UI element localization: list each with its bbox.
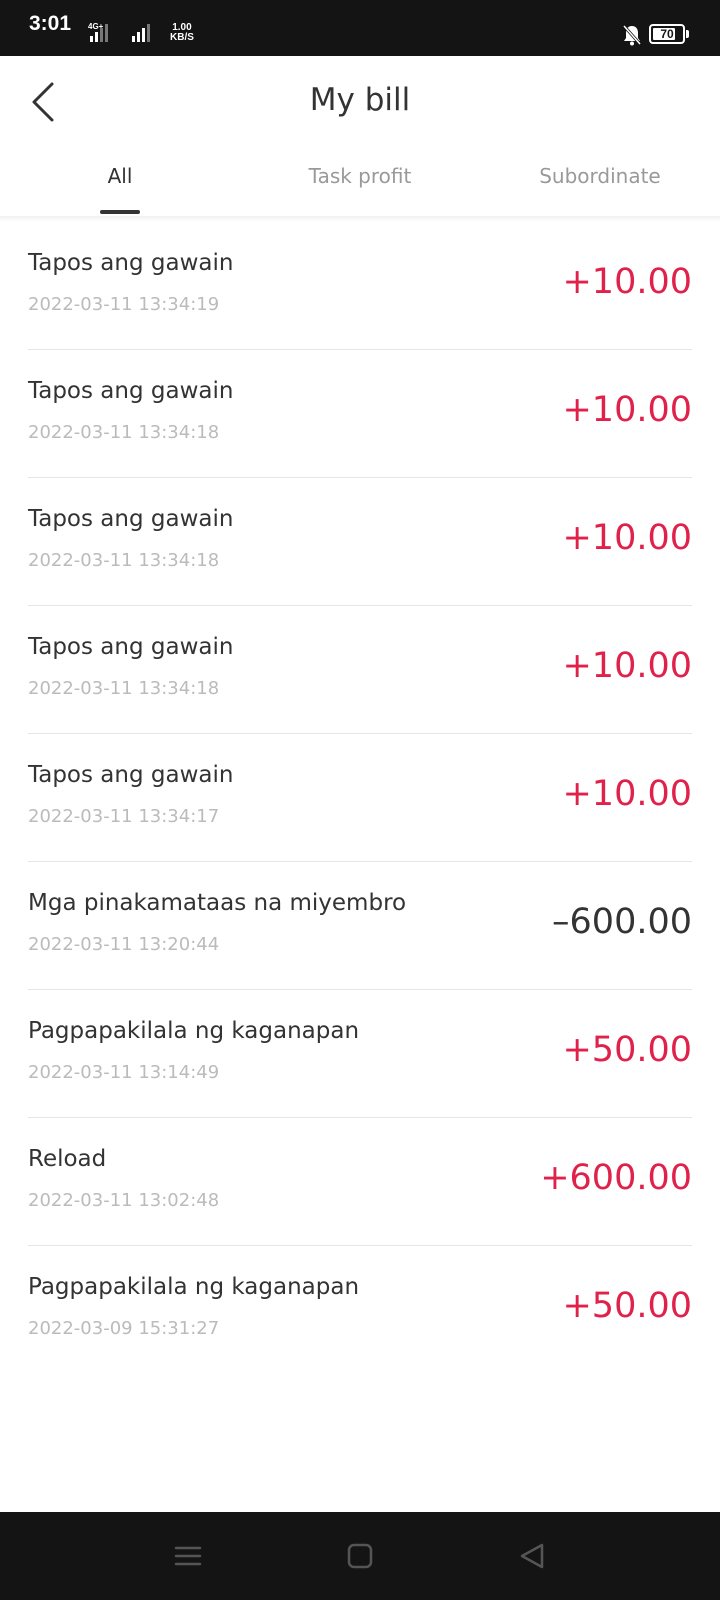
- square-icon: [347, 1543, 373, 1569]
- page-title: My bill: [309, 82, 411, 118]
- bill-amount: +600.00: [540, 1158, 692, 1198]
- network-speed: 1.00 KB/S: [170, 23, 194, 43]
- bill-amount: –600.00: [552, 902, 692, 942]
- bill-amount: +10.00: [562, 518, 692, 558]
- signal-icon: 4G+: [88, 22, 150, 42]
- bill-description: Mga pinakamataas na miyembro: [28, 890, 407, 916]
- system-nav-bar: [0, 1512, 720, 1600]
- bill-amount: +10.00: [562, 390, 692, 430]
- battery-level: 70: [660, 27, 674, 41]
- bill-description: Tapos ang gawain: [28, 378, 234, 404]
- tab-task-profit[interactable]: Task profit: [240, 164, 480, 188]
- bill-time: 2022-03-11 13:20:44: [28, 934, 220, 955]
- bill-row[interactable]: Tapos ang gawain 2022-03-11 13:34:18 +10…: [28, 350, 692, 478]
- bill-description: Reload: [28, 1146, 107, 1172]
- bill-list: Tapos ang gawain 2022-03-11 13:34:19 +10…: [28, 222, 692, 1374]
- battery-tip: [686, 30, 689, 38]
- status-time: 3:01: [29, 12, 72, 35]
- bill-row[interactable]: Pagpapakilala ng kaganapan 2022-03-09 15…: [28, 1246, 692, 1374]
- bill-row[interactable]: Pagpapakilala ng kaganapan 2022-03-11 13…: [28, 990, 692, 1118]
- bill-description: Tapos ang gawain: [28, 506, 234, 532]
- bill-description: Pagpapakilala ng kaganapan: [28, 1274, 360, 1300]
- bill-time: 2022-03-11 13:34:19: [28, 294, 220, 315]
- bill-time: 2022-03-11 13:02:48: [28, 1190, 220, 1211]
- bell-off-icon: [622, 25, 642, 46]
- nav-back-button[interactable]: [516, 1540, 548, 1572]
- nav-home-button[interactable]: [344, 1540, 376, 1572]
- tab-subordinate[interactable]: Subordinate: [480, 164, 720, 188]
- tab-bar: All Task profit Subordinate: [0, 146, 720, 216]
- bill-row[interactable]: Tapos ang gawain 2022-03-11 13:34:17 +10…: [28, 734, 692, 862]
- nav-recents-button[interactable]: [172, 1540, 204, 1572]
- tab-all[interactable]: All: [0, 164, 240, 188]
- bill-time: 2022-03-11 13:34:18: [28, 550, 220, 571]
- bill-description: Tapos ang gawain: [28, 634, 234, 660]
- bill-amount: +10.00: [562, 262, 692, 302]
- active-tab-indicator: [100, 210, 140, 214]
- bill-row[interactable]: Tapos ang gawain 2022-03-11 13:34:18 +10…: [28, 606, 692, 734]
- bill-row[interactable]: Mga pinakamataas na miyembro 2022-03-11 …: [28, 862, 692, 990]
- bill-time: 2022-03-11 13:34:17: [28, 806, 220, 827]
- bill-row[interactable]: Tapos ang gawain 2022-03-11 13:34:18 +10…: [28, 478, 692, 606]
- bill-time: 2022-03-11 13:34:18: [28, 422, 220, 443]
- bill-row[interactable]: Tapos ang gawain 2022-03-11 13:34:19 +10…: [28, 222, 692, 350]
- bill-time: 2022-03-09 15:31:27: [28, 1318, 220, 1339]
- bill-time: 2022-03-11 13:34:18: [28, 678, 220, 699]
- bill-description: Tapos ang gawain: [28, 250, 234, 276]
- bill-amount: +50.00: [562, 1030, 692, 1070]
- network-speed-unit: KB/S: [170, 32, 194, 43]
- triangle-left-icon: [520, 1543, 544, 1569]
- bill-amount: +50.00: [562, 1286, 692, 1326]
- bill-description: Tapos ang gawain: [28, 762, 234, 788]
- bill-amount: +10.00: [562, 774, 692, 814]
- status-bar: 3:01 4G+ 1.00 KB/S 70: [0, 0, 720, 56]
- bill-description: Pagpapakilala ng kaganapan: [28, 1018, 360, 1044]
- bill-time: 2022-03-11 13:14:49: [28, 1062, 220, 1083]
- menu-icon: [174, 1546, 202, 1566]
- bill-row[interactable]: Reload 2022-03-11 13:02:48 +600.00: [28, 1118, 692, 1246]
- battery-icon: 70: [649, 24, 685, 44]
- header: My bill: [0, 56, 720, 146]
- bill-amount: +10.00: [562, 646, 692, 686]
